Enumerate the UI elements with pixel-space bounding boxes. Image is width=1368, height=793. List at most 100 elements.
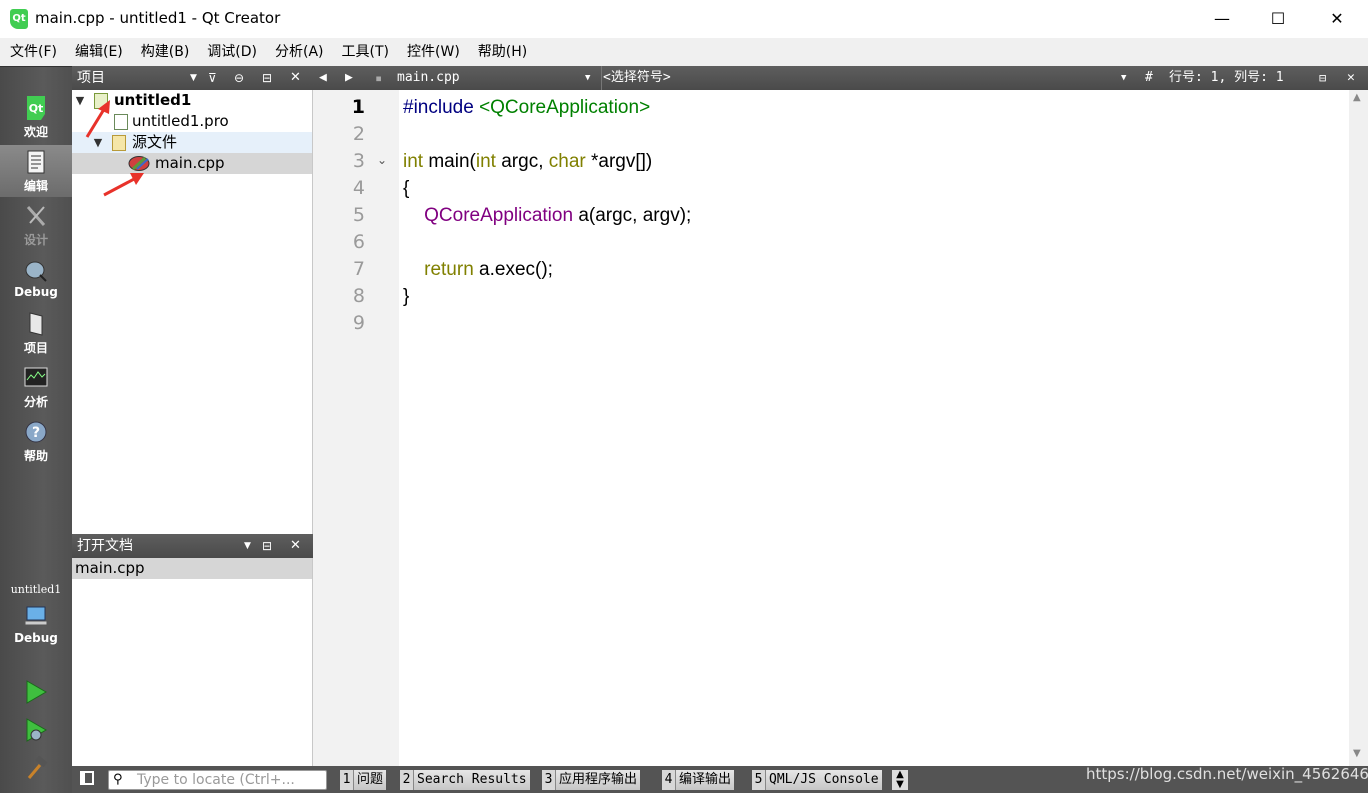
project-pane-header: 项目 ▼ ⊽ ⊖ ⊟ ✕	[72, 66, 313, 90]
mode-projects[interactable]: 项目	[0, 307, 72, 359]
filter-icon[interactable]: ⊽	[208, 66, 217, 90]
code-token: int	[475, 151, 496, 172]
code-line[interactable]: int main(int argc, char *argv[])	[403, 148, 652, 175]
line-number: 5	[352, 204, 365, 226]
tab-number: 2	[400, 770, 414, 790]
forward-arrow-icon[interactable]: ▶	[345, 66, 353, 90]
menu-help[interactable]: 帮助(H)	[468, 38, 535, 66]
view-dropdown-icon[interactable]: ▼	[190, 66, 197, 90]
symbol-dropdown-icon[interactable]: ▼	[1121, 66, 1126, 90]
source-folder-icon	[112, 135, 126, 151]
output-tab-app-output[interactable]: 3 应用程序输出	[542, 770, 641, 790]
output-tab-qml-console[interactable]: 5 QML/JS Console	[752, 770, 882, 790]
tab-label: QML/JS Console	[769, 772, 879, 787]
view-dropdown-icon[interactable]: ▼	[244, 534, 251, 558]
analyze-monitor-icon	[24, 367, 48, 387]
open-doc-item[interactable]: main.cpp	[72, 558, 312, 579]
output-tab-issues[interactable]: 1 问题	[340, 770, 387, 790]
code-token: {	[403, 178, 410, 199]
menu-build[interactable]: 构建(B)	[131, 38, 198, 66]
hash-label[interactable]: #	[1145, 66, 1153, 90]
code-line[interactable]: #include <QCoreApplication>	[403, 94, 650, 121]
symbol-selector[interactable]: <选择符号>	[603, 66, 671, 90]
mode-analyze[interactable]: 分析	[0, 361, 72, 413]
fold-chevron-icon[interactable]: ⌄	[377, 153, 387, 167]
tab-number: 3	[542, 770, 556, 790]
code-line[interactable]: }	[403, 283, 409, 310]
build-button[interactable]	[0, 751, 72, 785]
pro-file-icon	[114, 114, 128, 130]
line-number: 2	[352, 123, 365, 145]
close-editor-icon[interactable]: ✕	[1347, 66, 1355, 90]
code-line[interactable]: {	[403, 175, 409, 202]
scroll-down-icon[interactable]: ▼	[1353, 748, 1361, 759]
menu-analyze[interactable]: 分析(A)	[265, 38, 332, 66]
split-icon[interactable]: ⊟	[262, 66, 272, 90]
mode-debug[interactable]: Debug	[0, 253, 72, 305]
computer-icon	[24, 606, 48, 626]
debug-bug-icon	[25, 261, 47, 282]
sync-link-icon[interactable]: ⊖	[234, 66, 244, 90]
close-pane-icon[interactable]: ✕	[290, 66, 301, 90]
mode-help[interactable]: ? 帮助	[0, 415, 72, 467]
code-line[interactable]: return a.exec();	[403, 256, 553, 283]
current-file-selector[interactable]: main.cpp	[397, 66, 460, 90]
back-arrow-icon[interactable]: ◀	[319, 66, 327, 90]
mode-label: 项目	[23, 341, 48, 355]
output-more-icon[interactable]: ▲ ▼	[892, 770, 908, 790]
code-token: char	[548, 151, 586, 172]
open-docs-header: 打开文档 ▼ ⊟ ✕	[72, 534, 313, 558]
help-icon: ?	[25, 421, 47, 443]
mode-welcome[interactable]: Qt 欢迎	[0, 91, 72, 143]
close-pane-icon[interactable]: ✕	[290, 534, 301, 558]
mode-label: 编辑	[23, 179, 48, 193]
mode-bar: Qt 欢迎 编辑 设计 Debug 项目 分析 ? 帮助 untitled1 D…	[0, 66, 72, 793]
kit-config-label: Debug	[14, 631, 58, 645]
code-editor[interactable]: #include <QCoreApplication> int main(int …	[399, 90, 1349, 766]
mode-design[interactable]: 设计	[0, 199, 72, 251]
maximize-button[interactable]: ☐	[1248, 0, 1308, 38]
menu-edit[interactable]: 编辑(E)	[65, 38, 131, 66]
mode-label: 设计	[23, 233, 48, 247]
qt-logo-icon: Qt	[27, 96, 45, 120]
code-token: #include	[403, 97, 480, 118]
line-number: 4	[352, 177, 365, 199]
menu-widgets[interactable]: 控件(W)	[397, 38, 468, 66]
tab-label: 应用程序输出	[559, 772, 638, 787]
svg-text:?: ?	[32, 425, 40, 441]
code-token: int	[403, 151, 424, 172]
kit-project-name: untitled1	[10, 583, 62, 596]
menu-bar: 文件(F) 编辑(E) 构建(B) 调试(D) 分析(A) 工具(T) 控件(W) 帮助(H)	[0, 38, 1368, 66]
locator-input[interactable]: ⚲ Type to locate (Ctrl+...	[108, 770, 327, 790]
hammer-icon	[27, 755, 48, 779]
menu-file[interactable]: 文件(F)	[0, 38, 65, 66]
output-tab-compile[interactable]: 4 编译输出	[662, 770, 735, 790]
cursor-position[interactable]: 行号: 1, 列号: 1	[1169, 66, 1284, 90]
project-pane-title: 项目	[77, 70, 105, 86]
mode-label: 分析	[23, 395, 48, 409]
code-line[interactable]: QCoreApplication a(argc, argv);	[403, 202, 691, 229]
edit-document-icon	[27, 150, 45, 174]
mode-edit[interactable]: 编辑	[0, 145, 72, 197]
toggle-sidebar-icon[interactable]	[80, 771, 94, 785]
split-icon[interactable]: ⊟	[262, 534, 272, 558]
minimize-button[interactable]: —	[1192, 0, 1252, 38]
split-icon[interactable]: ⊟	[1319, 66, 1326, 90]
run-button[interactable]	[0, 675, 72, 705]
line-number: 1	[351, 96, 365, 118]
debug-run-icon	[26, 718, 47, 742]
code-token: a.exec();	[473, 259, 553, 280]
toolbar-divider	[601, 66, 602, 90]
editor-gutter: 1 2 3 4 5 6 7 8 9 ⌄	[313, 90, 399, 766]
vertical-scrollbar[interactable]: ▲ ▼	[1349, 90, 1368, 766]
menu-tools[interactable]: 工具(T)	[332, 38, 397, 66]
file-dropdown-icon[interactable]: ▼	[585, 66, 590, 90]
kit-selector[interactable]: Debug	[0, 599, 72, 651]
code-token: <QCoreApplication>	[479, 97, 651, 118]
close-button[interactable]: ✕	[1307, 0, 1367, 38]
menu-debug[interactable]: 调试(D)	[197, 38, 265, 66]
line-number: 3	[352, 150, 365, 172]
debug-run-button[interactable]	[0, 713, 72, 743]
output-tab-search[interactable]: 2 Search Results	[400, 770, 530, 790]
scroll-up-icon[interactable]: ▲	[1353, 92, 1361, 103]
